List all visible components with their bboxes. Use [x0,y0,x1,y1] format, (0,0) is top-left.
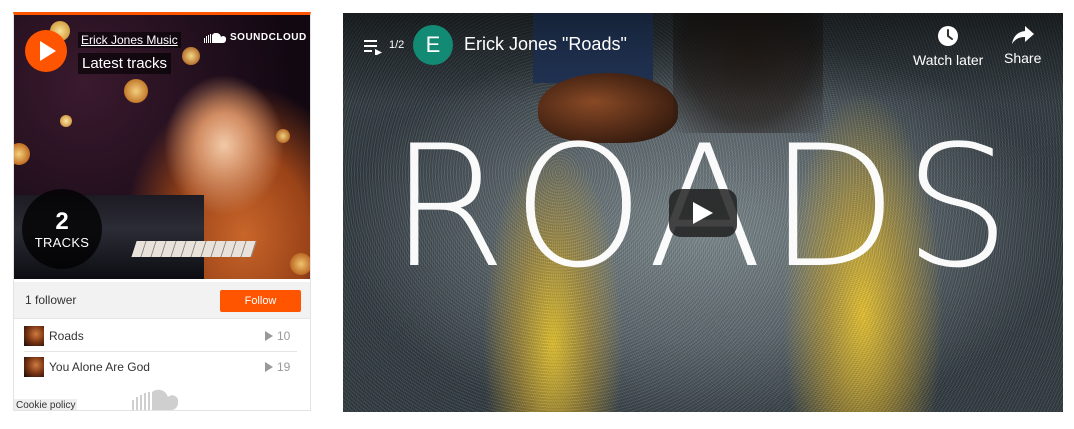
watch-later-button[interactable]: Watch later [913,25,983,68]
follower-count: 1 follower [25,293,77,307]
follow-button[interactable]: Follow [220,290,301,312]
track-title: Roads [49,329,84,343]
soundcloud-widget: Erick Jones Music Latest tracks SOUNDCLO… [13,12,311,411]
play-count-icon [265,331,273,341]
soundcloud-watermark-icon [132,389,178,410]
video-title[interactable]: Erick Jones "Roads" [464,34,627,55]
playlist-icon[interactable] [364,39,382,55]
track-count: 2 [55,207,69,235]
share-label: Share [1004,50,1042,66]
channel-initial: E [425,32,441,57]
track-play-count: 19 [265,360,297,374]
track-row[interactable]: You Alone Are God 19 [24,352,297,382]
artist-link[interactable]: Erick Jones Music [78,32,181,48]
piano-keys-shape [131,241,257,257]
soundcloud-cloud-icon [204,32,226,43]
track-row[interactable]: Roads 10 [24,321,297,352]
track-thumbnail [24,326,44,346]
play-button[interactable] [25,30,67,72]
watch-later-label: Watch later [913,52,984,68]
play-count-value: 19 [277,360,291,374]
track-title: You Alone Are God [49,360,150,374]
playlist-position: 1/2 [389,39,405,51]
track-thumbnail [24,357,44,377]
play-count-value: 10 [277,329,291,343]
track-play-count: 10 [265,329,297,343]
play-icon [693,202,713,224]
share-icon [1011,26,1034,44]
share-button[interactable]: Share [1004,25,1041,66]
youtube-player[interactable]: ROADS 1/2 E Erick Jones "Roads" Watch la… [343,13,1063,412]
track-count-badge: 2 TRACKS [22,189,102,269]
soundcloud-logo[interactable]: SOUNDCLOUD [204,32,307,43]
video-play-button[interactable] [669,189,737,237]
play-count-icon [265,362,273,372]
widget-heading: Latest tracks [78,53,172,74]
soundcloud-wordmark: SOUNDCLOUD [230,32,307,43]
cookie-policy-link[interactable]: Cookie policy [14,399,78,410]
channel-avatar[interactable]: E [413,25,453,65]
track-count-label: TRACKS [34,234,90,250]
follow-bar: 1 follower Follow [14,282,310,319]
clock-icon [938,26,959,46]
play-icon [40,41,56,61]
